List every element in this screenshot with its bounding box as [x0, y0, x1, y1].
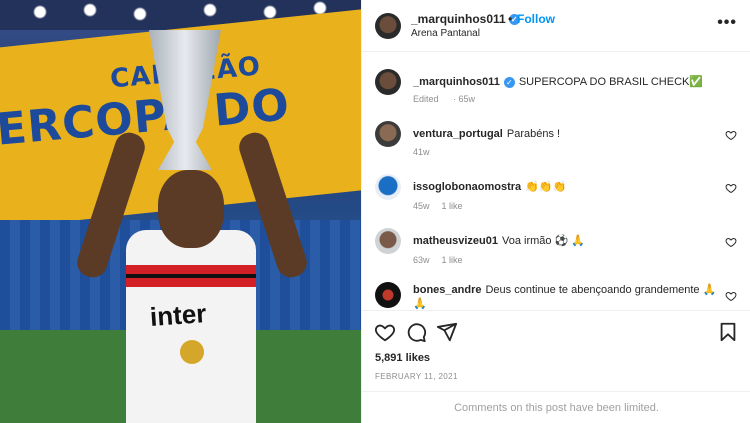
commenter-avatar[interactable] — [375, 121, 401, 147]
caption-body: SUPERCOPA DO BRASIL CHECK✅ — [518, 76, 704, 88]
author-avatar[interactable] — [375, 13, 401, 39]
separator-dot: • — [508, 12, 513, 26]
caption-text: _marquinhos011 ✓ SUPERCOPA DO BRASIL CHECK… — [413, 75, 723, 89]
comment-time: 63w — [413, 255, 430, 265]
caption-username[interactable]: _marquinhos011 — [413, 76, 500, 88]
commenter-avatar[interactable] — [375, 174, 401, 200]
commenter-avatar[interactable] — [375, 228, 401, 254]
caption-meta: Edited · 65w — [413, 94, 475, 104]
follow-button[interactable]: Follow — [517, 12, 555, 26]
caption-avatar[interactable] — [375, 69, 401, 95]
comments-limited-notice: Comments on this post have been limited. — [362, 391, 750, 423]
post-panel: _marquinhos011 ✓ • Follow Arena Pantanal … — [361, 0, 750, 423]
comment-text: matheusvizeu01 Voa irmão ⚽ 🙏 — [413, 234, 723, 248]
verified-icon: ✓ — [503, 76, 515, 88]
comment-body: Voa irmão ⚽ 🙏 — [501, 235, 586, 247]
comment-time: 41w — [413, 147, 430, 157]
post-date[interactable]: FEBRUARY 11, 2021 — [375, 372, 458, 381]
likes-count[interactable]: 5,891 likes — [375, 352, 430, 364]
location-link[interactable]: Arena Pantanal — [411, 28, 480, 39]
post-photo: CAMPEÃO ERCOPA DO inter — [0, 0, 361, 423]
commenter-avatar[interactable] — [375, 282, 401, 308]
comment-meta: 45w 1 like — [413, 201, 475, 211]
heart-icon[interactable] — [725, 182, 737, 194]
commenter-username[interactable]: issoglobonaomostra — [413, 181, 521, 193]
comment-text: ventura_portugal Parabéns ! — [413, 127, 723, 141]
share-send-icon[interactable] — [436, 321, 458, 343]
more-options-icon[interactable]: ••• — [717, 14, 737, 32]
player — [73, 129, 311, 423]
edited-label: Edited · 65w — [413, 94, 476, 104]
author-username[interactable]: _marquinhos011 ✓ — [411, 12, 520, 26]
bookmark-icon[interactable] — [717, 321, 739, 343]
author-username-text[interactable]: _marquinhos011 — [411, 12, 506, 26]
heart-icon[interactable] — [725, 236, 737, 248]
player-head — [158, 170, 224, 248]
heart-icon[interactable] — [725, 290, 737, 302]
comments-list[interactable]: _marquinhos011 ✓ SUPERCOPA DO BRASIL CHECK… — [362, 52, 750, 310]
commenter-username[interactable]: bones_andre — [413, 284, 481, 296]
comment-text: bones_andre Deus continue te abençoando g… — [413, 283, 723, 311]
heart-icon[interactable] — [725, 129, 737, 141]
like-heart-icon[interactable] — [374, 321, 396, 343]
comment-meta: 41w — [413, 147, 442, 157]
comment-body: Parabéns ! — [506, 128, 561, 140]
comment-bubble-icon[interactable] — [405, 321, 427, 343]
comment-likes[interactable]: 1 like — [442, 201, 463, 211]
medal — [180, 340, 204, 364]
comment-text: issoglobonaomostra 👏👏👏 — [413, 180, 723, 194]
comment-time: 45w — [413, 201, 430, 211]
comment-likes[interactable]: 1 like — [442, 255, 463, 265]
comment-meta: 63w 1 like — [413, 255, 475, 265]
commenter-username[interactable]: ventura_portugal — [413, 128, 503, 140]
comment-body: 👏👏👏 — [525, 181, 567, 193]
jersey-stripe — [126, 265, 256, 287]
actions-bar: 5,891 likes FEBRUARY 11, 2021 Comments o… — [362, 310, 750, 423]
post-header: _marquinhos011 ✓ • Follow Arena Pantanal … — [362, 0, 750, 52]
commenter-username[interactable]: matheusvizeu01 — [413, 235, 498, 247]
jersey-sponsor: inter — [148, 298, 208, 332]
